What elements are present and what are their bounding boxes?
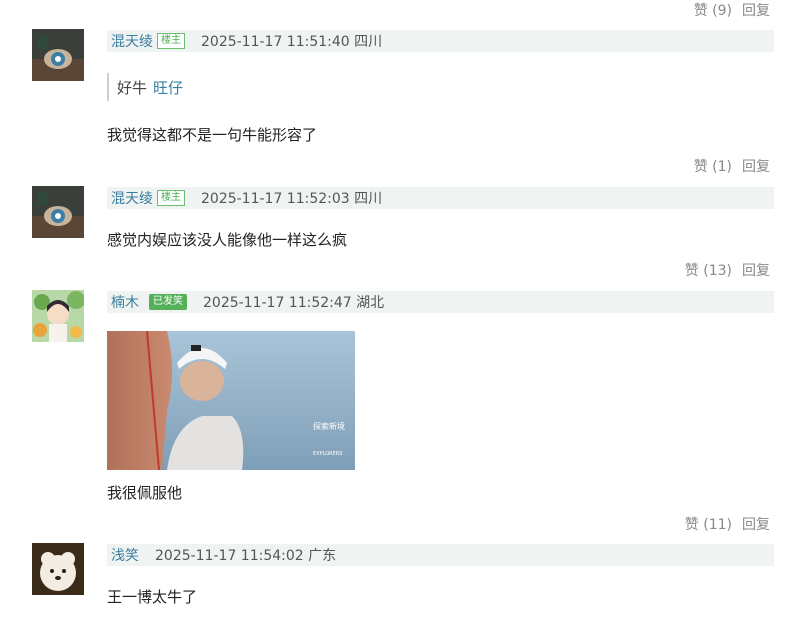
username[interactable]: 混天绫 (111, 31, 153, 51)
reply-button[interactable]: 回复 (742, 514, 770, 534)
like-count: (13) (703, 263, 732, 279)
reply-button[interactable]: 回复 (742, 156, 770, 176)
username[interactable]: 浅笑 (111, 545, 139, 565)
avatar[interactable] (32, 29, 84, 81)
status-badge: 已发笑 (149, 294, 187, 310)
username[interactable]: 混天绫 (111, 188, 153, 208)
svg-text:EXPLORERS: EXPLORERS (313, 451, 342, 457)
comment-text: 感觉内娱应该没人能像他一样这么疯 (107, 231, 348, 249)
svg-text:探索新境: 探索新境 (313, 421, 345, 431)
avatar[interactable] (32, 543, 84, 595)
like-count: (9) (712, 3, 732, 19)
comment-actions: 赞 (11) 回复 (685, 514, 770, 534)
avatar[interactable] (32, 186, 84, 238)
comment-actions: 赞 (13) 回复 (685, 260, 770, 280)
like-label: 赞 (684, 263, 699, 279)
like-button[interactable]: 赞 (1) (694, 156, 732, 176)
like-label: 赞 (693, 3, 708, 19)
timestamp: 2025-11-17 11:51:40 四川 (201, 34, 383, 50)
comment-text: 王一博太牛了 (107, 588, 198, 606)
comment-meta: 楠木 已发笑 2025-11-17 11:52:47 湖北 (107, 291, 774, 313)
like-button[interactable]: 赞 (11) (685, 514, 732, 534)
comment-meta: 混天绫 楼主 2025-11-17 11:52:03 四川 (107, 187, 774, 209)
comment-text: 我觉得这都不是一句牛能形容了 (107, 126, 318, 144)
like-count: (1) (712, 159, 732, 175)
comment-meta: 浅笑 2025-11-17 11:54:02 广东 (107, 544, 774, 566)
comment-meta: 混天绫 楼主 2025-11-17 11:51:40 四川 (107, 30, 774, 52)
comment-actions-top: 赞 (9) 回复 (694, 0, 770, 20)
like-button[interactable]: 赞 (9) (694, 0, 732, 20)
timestamp: 2025-11-17 11:52:03 四川 (201, 191, 383, 207)
like-label: 赞 (684, 517, 699, 533)
reply-button[interactable]: 回复 (742, 0, 770, 20)
quoted-reply: 好牛 旺仔 (107, 73, 183, 101)
username[interactable]: 楠木 (111, 292, 139, 312)
reply-button[interactable]: 回复 (742, 260, 770, 280)
timestamp: 2025-11-17 11:52:47 湖北 (203, 295, 385, 311)
quote-text: 好牛 (117, 78, 148, 97)
avatar[interactable] (32, 290, 84, 342)
like-button[interactable]: 赞 (13) (685, 260, 732, 280)
owner-badge: 楼主 (157, 190, 185, 206)
owner-badge: 楼主 (157, 33, 185, 49)
comment-text: 我很佩服他 (107, 484, 183, 502)
like-count: (11) (703, 517, 732, 533)
like-label: 赞 (693, 159, 708, 175)
comment-actions: 赞 (1) 回复 (694, 156, 770, 176)
quote-username[interactable]: 旺仔 (153, 77, 183, 98)
timestamp: 2025-11-17 11:54:02 广东 (155, 548, 337, 564)
comment-image[interactable]: 探索新境 EXPLORERS (107, 331, 355, 470)
